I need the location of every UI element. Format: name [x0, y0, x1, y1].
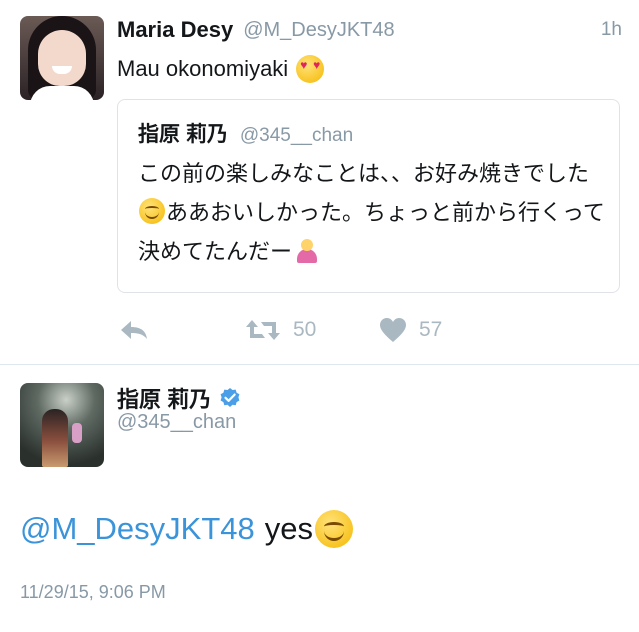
reply-text: @M_DesyJKT48 yes	[20, 510, 354, 548]
quoted-tweet[interactable]: 指原 莉乃 @345__chan この前の楽しみなことは、、お好み焼きでしたああ…	[117, 99, 620, 293]
tweet-time[interactable]: 1h	[601, 19, 622, 41]
quoted-tweet-text: この前の楽しみなことは、、お好み焼きでしたああおいしかった。ちょっと前から行くっ…	[138, 154, 608, 271]
like-count: 57	[419, 318, 443, 341]
divider	[0, 364, 639, 365]
original-tweet[interactable]: Maria Desy @M_DesyJKT48 1h Mau okonomiya…	[0, 0, 639, 364]
avatar-face	[38, 30, 86, 86]
tweet-header: Maria Desy @M_DesyJKT48 1h	[117, 16, 622, 44]
avatar[interactable]	[20, 16, 104, 100]
user-handle[interactable]: @M_DesyJKT48	[243, 19, 394, 42]
reply-button[interactable]	[119, 312, 149, 348]
mention-link[interactable]: @M_DesyJKT48	[20, 511, 255, 547]
quoted-user-handle: @345__chan	[239, 125, 354, 146]
avatar-figure	[42, 409, 68, 467]
retweet-count: 50	[293, 318, 317, 341]
reply-avatar[interactable]	[20, 383, 104, 467]
quoted-text-part1: この前の楽しみなことは、、お好み焼きでした	[138, 161, 590, 186]
reply-icon	[121, 321, 147, 339]
tweet-actions: 50 57	[117, 312, 517, 348]
display-name[interactable]: Maria Desy	[117, 17, 233, 43]
quoted-tweet-header: 指原 莉乃 @345__chan	[138, 118, 353, 148]
smiling-face-emoji-icon	[139, 198, 165, 224]
reply-display-name[interactable]: 指原 莉乃	[117, 382, 211, 414]
tweet-text: Mau okonomiyaki	[117, 55, 325, 83]
quoted-text-part2: ああおいしかった。ちょっと前から行くって決めてたんだー	[138, 200, 605, 264]
smiling-face-emoji-icon	[315, 510, 354, 548]
verified-badge-icon	[220, 388, 240, 407]
heart-icon	[380, 318, 406, 342]
heart-eyes-emoji-icon	[296, 55, 325, 83]
person-raising-hands-emoji-icon	[294, 237, 320, 263]
reply-text-content: yes	[264, 511, 314, 546]
retweet-button[interactable]: 50	[245, 312, 316, 348]
retweet-icon	[246, 320, 280, 340]
tweet-text-content: Mau okonomiyaki	[117, 56, 289, 81]
avatar-light	[72, 423, 82, 443]
reply-timestamp: 11/29/15, 9:06 PM	[20, 582, 166, 602]
like-button[interactable]: 57	[379, 312, 442, 348]
quoted-display-name: 指原 莉乃	[138, 123, 228, 146]
reply-user-handle[interactable]: @345__chan	[117, 411, 236, 434]
reply-header: 指原 莉乃	[117, 382, 241, 414]
avatar-collar	[30, 86, 94, 100]
